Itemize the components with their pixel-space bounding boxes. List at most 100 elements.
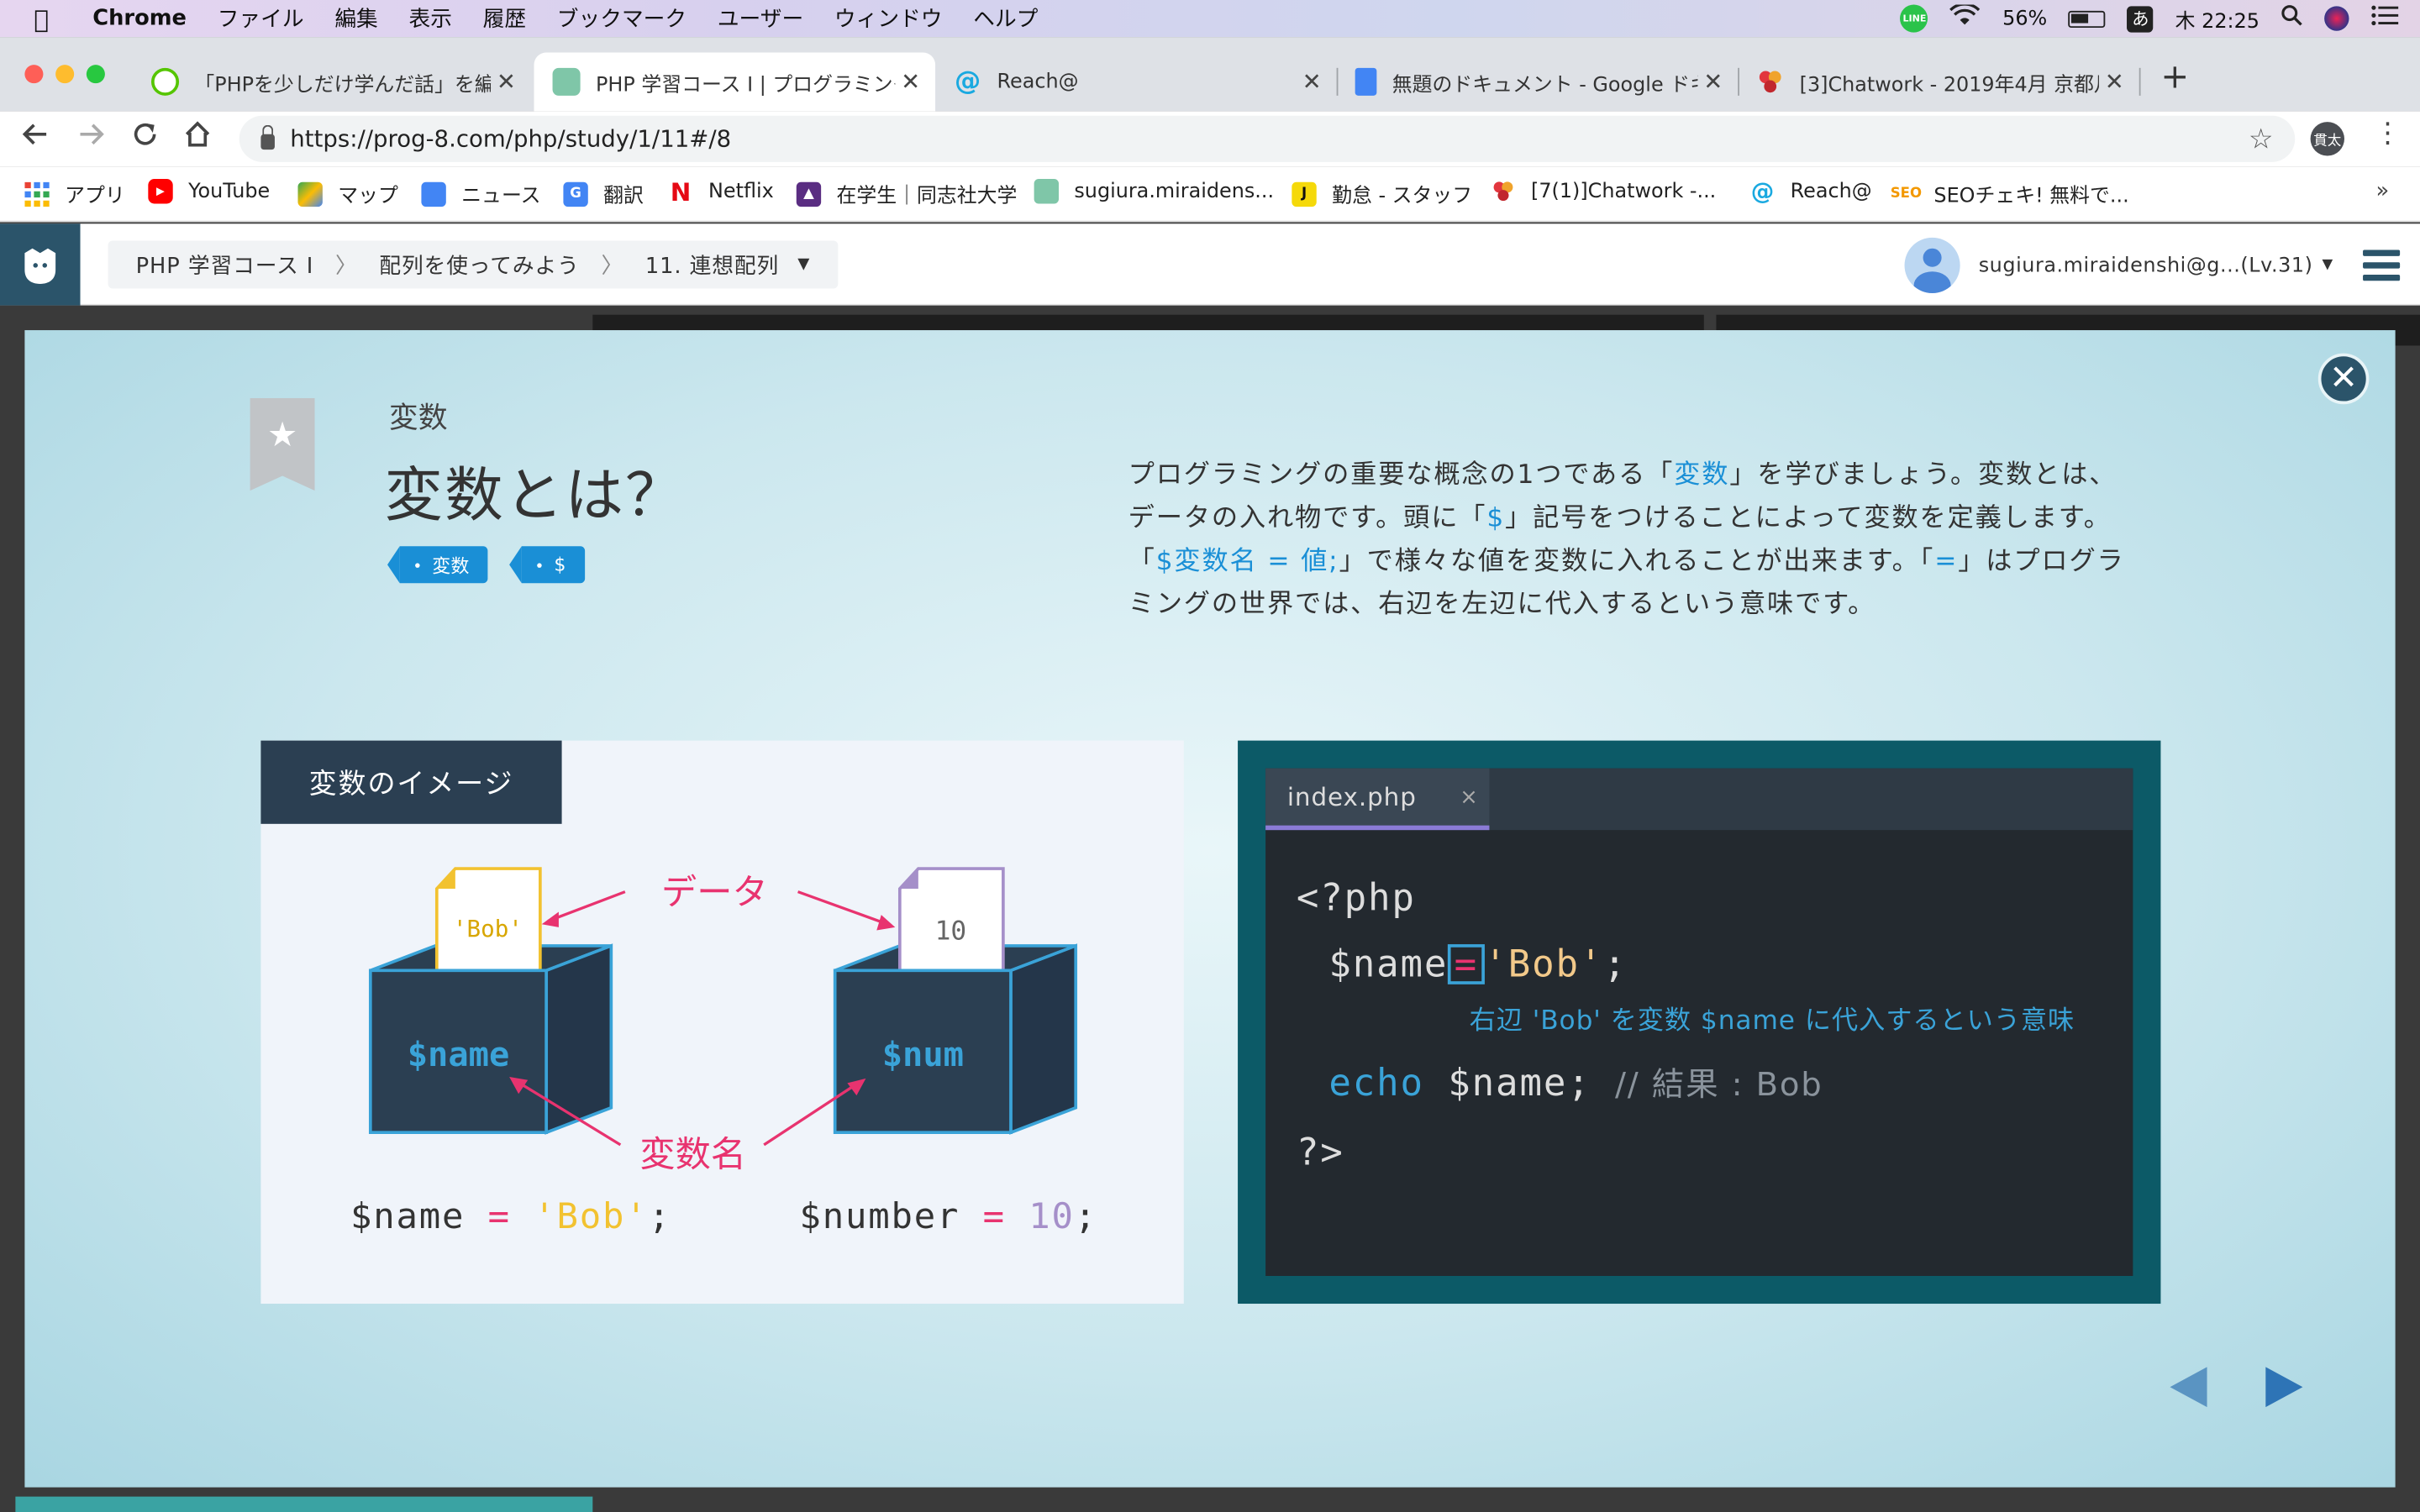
close-window-button[interactable] bbox=[24, 65, 44, 84]
tab-title: [3]Chatwork - 2019年4月 京都月 bbox=[1799, 73, 2099, 97]
bookmark-reach[interactable]: @ Reach@ bbox=[1750, 177, 1872, 206]
user-name[interactable]: sugiura.miraidenshi@g...(Lv.31) bbox=[1979, 254, 2313, 277]
maps-icon bbox=[297, 181, 323, 207]
bookmark-label: ニュース bbox=[461, 185, 541, 208]
paper-bob: 'Bob' bbox=[434, 867, 542, 973]
breadcrumb-course[interactable]: PHP 学習コース Ⅰ bbox=[136, 249, 314, 281]
menu-edit[interactable]: 編集 bbox=[334, 3, 377, 34]
menu-user[interactable]: ユーザー bbox=[718, 3, 803, 34]
code-comment: // 結果 : Bob bbox=[1614, 1066, 1823, 1104]
breadcrumb: PHP 学習コース Ⅰ 〉 配列を使ってみよう 〉 11. 連想配列 ▼ bbox=[108, 240, 839, 289]
bookmark-youtube[interactable]: ▶ YouTube bbox=[148, 179, 270, 204]
bookmark-seo[interactable]: SEO SEOチェキ! 無料で... bbox=[1891, 179, 2129, 208]
battery-icon[interactable] bbox=[2068, 9, 2107, 28]
close-tab-icon[interactable]: ✕ bbox=[2099, 68, 2130, 96]
file-tab-name: index.php bbox=[1286, 782, 1417, 812]
file-tab-index-php[interactable]: index.php × bbox=[1265, 768, 1490, 831]
next-slide-arrow-icon[interactable] bbox=[2265, 1367, 2303, 1408]
code-line-echo: echo $name; // 結果 : Bob bbox=[1328, 1060, 1823, 1106]
tab-qiita-edit[interactable]: 「PHPを少しだけ学んだ話」を編集 ✕ bbox=[133, 52, 531, 111]
bookmark-label: sugiura.miraidens... bbox=[1074, 179, 1275, 203]
image-panel-header: 変数のイメージ bbox=[260, 740, 562, 824]
url-text[interactable]: https://prog-8.com/php/study/1/11#/8 bbox=[290, 125, 731, 153]
address-bar[interactable]: https://prog-8.com/php/study/1/11#/8 ☆ bbox=[239, 115, 2296, 162]
close-tab-icon[interactable]: ✕ bbox=[1697, 68, 1728, 96]
bookmark-doshisha[interactable]: ▲ 在学生｜同志社大学 bbox=[796, 179, 1017, 208]
reload-icon[interactable] bbox=[131, 120, 159, 155]
bookmark-chatwork[interactable]: [7(1)]Chatwork -... bbox=[1491, 179, 1716, 203]
zoom-window-button[interactable] bbox=[86, 65, 105, 84]
bookmark-attendance[interactable]: J 勤怠 - スタッフ bbox=[1292, 179, 1472, 208]
siri-icon[interactable] bbox=[2324, 6, 2349, 31]
tag-list: 変数 $ bbox=[387, 546, 585, 584]
bookmarks-overflow-button[interactable]: » bbox=[2376, 179, 2390, 203]
bookmark-translate[interactable]: G 翻訳 bbox=[563, 179, 644, 208]
close-tab-icon[interactable]: ✕ bbox=[1297, 68, 1328, 96]
breadcrumb-lesson[interactable]: 11. 連想配列 bbox=[645, 249, 779, 281]
chrome-menu-icon[interactable]: ⋮ bbox=[2374, 118, 2402, 150]
paper-ten: 10 bbox=[897, 867, 1005, 973]
line-icon[interactable]: LINE bbox=[1900, 4, 1928, 33]
lock-icon[interactable] bbox=[260, 124, 275, 150]
tab-reach[interactable]: @ Reach@ ✕ bbox=[935, 52, 1337, 111]
slide-title: 変数とは？ bbox=[384, 461, 686, 530]
caret-down-icon[interactable]: ▼ bbox=[2323, 258, 2333, 273]
caret-down-icon[interactable]: ▼ bbox=[797, 256, 810, 273]
tab-chatwork[interactable]: [3]Chatwork - 2019年4月 京都月 ✕ bbox=[1738, 52, 2139, 111]
spotlight-search-icon[interactable] bbox=[2281, 5, 2303, 33]
wifi-icon[interactable] bbox=[1949, 3, 1981, 33]
menu-help[interactable]: ヘルプ bbox=[973, 3, 1038, 34]
breadcrumb-chapter[interactable]: 配列を使ってみよう bbox=[379, 249, 579, 281]
tab-progate-php[interactable]: PHP 学習コース I | プログラミング ✕ bbox=[534, 52, 936, 112]
tag-label: 変数 bbox=[432, 554, 470, 577]
back-arrow-icon[interactable] bbox=[22, 120, 50, 155]
progate-logo[interactable] bbox=[0, 223, 81, 306]
close-tab-icon[interactable]: ✕ bbox=[895, 68, 926, 96]
mac-menu-bar:  Chrome ファイル 編集 表示 履歴 ブックマーク ユーザー ウィンドウ… bbox=[0, 0, 2420, 38]
input-method-icon[interactable]: あ bbox=[2127, 5, 2154, 32]
tab-google-docs[interactable]: 無題のドキュメント - Google ドキ ✕ bbox=[1337, 52, 1739, 111]
profile-avatar[interactable]: 貫太 bbox=[2310, 122, 2345, 156]
user-menu[interactable]: sugiura.miraidenshi@g...(Lv.31) ▼ bbox=[1904, 237, 2333, 293]
chevron-right-icon: 〉 bbox=[601, 254, 624, 279]
backdrop-progress bbox=[15, 1496, 593, 1512]
reach-icon: @ bbox=[1750, 177, 1775, 206]
hamburger-menu-icon[interactable] bbox=[2363, 249, 2401, 281]
bookmark-label: マップ bbox=[338, 185, 398, 208]
menu-bookmarks[interactable]: ブックマーク bbox=[557, 3, 687, 34]
bookmark-label: Netflix bbox=[708, 179, 774, 203]
bookmark-apps[interactable]: アプリ bbox=[24, 179, 125, 208]
code-keyword: echo bbox=[1328, 1061, 1424, 1105]
bookmark-maps[interactable]: マップ bbox=[297, 179, 398, 208]
bookmark-star-icon[interactable]: ☆ bbox=[2249, 123, 2274, 155]
bookmark-ribbon-icon[interactable]: ★ bbox=[250, 397, 315, 491]
menu-window[interactable]: ウィンドウ bbox=[834, 3, 943, 34]
notification-center-icon[interactable] bbox=[2370, 5, 2399, 33]
bookmark-label: [7(1)]Chatwork -... bbox=[1531, 179, 1717, 203]
apps-grid-icon bbox=[24, 181, 50, 207]
close-modal-button[interactable]: ✕ bbox=[2317, 353, 2370, 405]
menu-app-chrome[interactable]: Chrome bbox=[92, 6, 187, 30]
minimize-window-button[interactable] bbox=[55, 65, 75, 84]
bookmark-label: SEOチェキ! 無料で... bbox=[1933, 185, 2129, 208]
tag-dollar[interactable]: $ bbox=[509, 546, 585, 584]
bookmark-progate[interactable]: sugiura.miraidens... bbox=[1034, 179, 1275, 204]
apple-menu-icon[interactable]:  bbox=[34, 4, 65, 34]
close-tab-icon[interactable]: ✕ bbox=[491, 68, 522, 96]
tag-variable[interactable]: 変数 bbox=[387, 546, 488, 584]
file-tab-close-icon[interactable]: × bbox=[1460, 785, 1478, 809]
clock[interactable]: 木 22:25 bbox=[2175, 4, 2260, 34]
progate-icon bbox=[1034, 179, 1060, 204]
avatar[interactable] bbox=[1904, 237, 1960, 293]
forward-arrow-icon[interactable] bbox=[77, 120, 105, 155]
home-icon[interactable] bbox=[184, 120, 212, 155]
menu-file[interactable]: ファイル bbox=[218, 3, 304, 34]
bookmark-news[interactable]: ニュース bbox=[421, 179, 541, 208]
desc-highlight: $ bbox=[1486, 502, 1506, 534]
menu-history[interactable]: 履歴 bbox=[483, 3, 526, 34]
previous-slide-arrow-icon[interactable] bbox=[2170, 1367, 2207, 1408]
code-close-tag: ?> bbox=[1296, 1131, 1344, 1174]
bookmark-netflix[interactable]: N Netflix bbox=[668, 176, 774, 206]
menu-view[interactable]: 表示 bbox=[408, 3, 451, 34]
new-tab-button[interactable]: + bbox=[2160, 59, 2189, 97]
